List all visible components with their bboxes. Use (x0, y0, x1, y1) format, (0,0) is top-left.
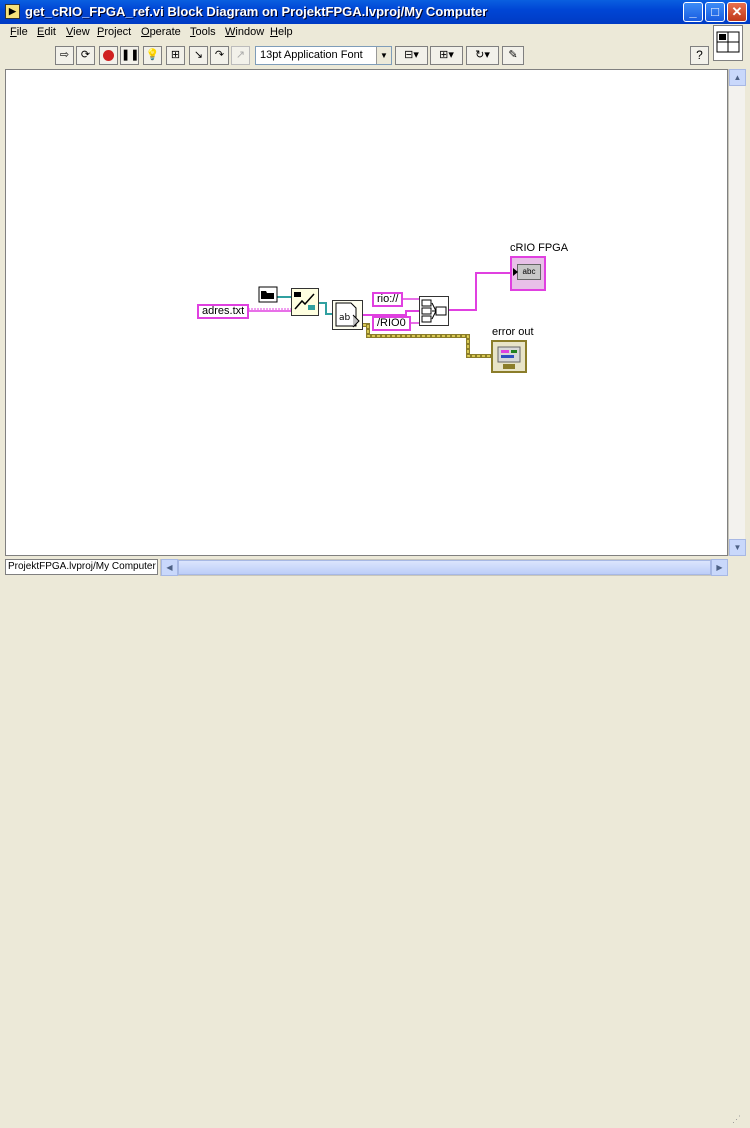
run-arrow-icon[interactable]: ⇨ (55, 46, 74, 65)
align-objects-icon[interactable]: ⊟▾ (395, 46, 428, 65)
distribute-objects-icon[interactable]: ⊞▾ (430, 46, 463, 65)
build-path-node[interactable] (291, 288, 319, 316)
string-constant-rio0[interactable]: /RIO0 (372, 316, 411, 331)
string-wire (363, 310, 419, 316)
step-into-icon[interactable]: ↘ (189, 46, 208, 65)
menu-operate[interactable]: Operate (141, 26, 181, 38)
concatenate-icon (421, 299, 447, 323)
run-continuously-icon[interactable]: ⟳ (76, 46, 95, 65)
menu-view[interactable]: View (66, 26, 90, 38)
step-over-icon[interactable]: ↷ (210, 46, 229, 65)
read-file-icon: ab (335, 302, 360, 328)
connector-pane-icon[interactable] (713, 25, 743, 61)
wires-layer (248, 272, 511, 358)
abort-icon[interactable] (99, 46, 118, 65)
connector-pane-graphic (716, 31, 740, 53)
window-title: get_cRIO_FPGA_ref.vi Block Diagram on Pr… (25, 4, 488, 19)
string-constant-rio[interactable]: rio:// (372, 292, 404, 307)
context-help-icon[interactable]: ? (690, 46, 709, 65)
font-select-value: 13pt Application Font (260, 49, 363, 61)
crio-fpga-type: abc (517, 264, 541, 280)
scroll-down-icon[interactable]: ▼ (729, 539, 746, 556)
labview-vi-icon[interactable]: ▶ (5, 4, 20, 19)
string-constant-rio-value: rio:// (377, 293, 399, 305)
string-constant-rio0-value: /RIO0 (377, 317, 406, 329)
error-out-label: error out (492, 326, 534, 338)
read-text-file-node[interactable]: ab (332, 300, 363, 330)
maximize-button[interactable]: □ (705, 2, 725, 22)
highlight-execution-icon[interactable]: 💡 (143, 46, 162, 65)
status-bar: ProjektFPGA.lvproj/My Computer ◀ ▶ ⋰ (0, 556, 750, 1124)
string-wire (449, 272, 511, 311)
error-cluster-icon (497, 346, 521, 369)
close-button[interactable]: ✕ (727, 2, 747, 22)
crio-fpga-label: cRIO FPGA (510, 242, 569, 254)
menu-file[interactable]: File (10, 26, 28, 38)
horizontal-scrollbar[interactable]: ◀ ▶ (160, 559, 728, 576)
crio-fpga-indicator[interactable]: abc (510, 256, 546, 291)
cleanup-diagram-icon[interactable]: ✎ (502, 46, 524, 65)
scroll-right-icon[interactable]: ▶ (711, 559, 728, 576)
folder-icon (258, 286, 278, 303)
menu-edit[interactable]: Edit (37, 26, 56, 38)
build-path-icon (292, 289, 318, 315)
menu-project[interactable]: Project (97, 26, 131, 38)
menu-help[interactable]: Help (270, 26, 293, 38)
scroll-up-icon[interactable]: ▲ (729, 69, 746, 86)
scroll-left-icon[interactable]: ◀ (161, 559, 178, 576)
path-constant-value: adres.txt (202, 305, 245, 317)
chevron-down-icon: ▼ (376, 47, 391, 64)
svg-text:ab: ab (339, 313, 351, 323)
terminal-arrow-icon (513, 268, 518, 276)
application-directory-icon[interactable] (258, 286, 278, 303)
horizontal-scroll-thumb[interactable] (178, 560, 711, 575)
pause-icon[interactable]: ❚❚ (120, 46, 139, 65)
retain-wire-values-icon[interactable]: ⊞ (166, 46, 185, 65)
resize-grip-icon[interactable]: ⋰ (732, 1114, 746, 1128)
font-select[interactable]: 13pt Application Font ▼ (255, 46, 392, 65)
minimize-button[interactable]: _ (683, 2, 703, 22)
step-out-icon[interactable]: ↗ (231, 46, 250, 65)
path-constant[interactable]: adres.txt (197, 304, 250, 319)
block-diagram-canvas[interactable]: adres.txt ab rio:// /RIO0 cRIO FPGA abc … (5, 69, 728, 556)
error-out-indicator[interactable] (491, 340, 527, 373)
reorder-icon[interactable]: ↻▾ (466, 46, 499, 65)
vertical-scrollbar[interactable]: ▲ ▼ (728, 69, 746, 556)
project-context: ProjektFPGA.lvproj/My Computer (5, 559, 158, 575)
menu-window[interactable]: Window (225, 26, 264, 38)
menu-bar: File Edit View Project Operate Tools Win… (0, 24, 750, 42)
title-bar: ▶ get_cRIO_FPGA_ref.vi Block Diagram on … (0, 0, 750, 24)
menu-tools[interactable]: Tools (190, 26, 216, 38)
path-wire (318, 302, 332, 315)
concatenate-strings-node[interactable] (419, 296, 449, 326)
